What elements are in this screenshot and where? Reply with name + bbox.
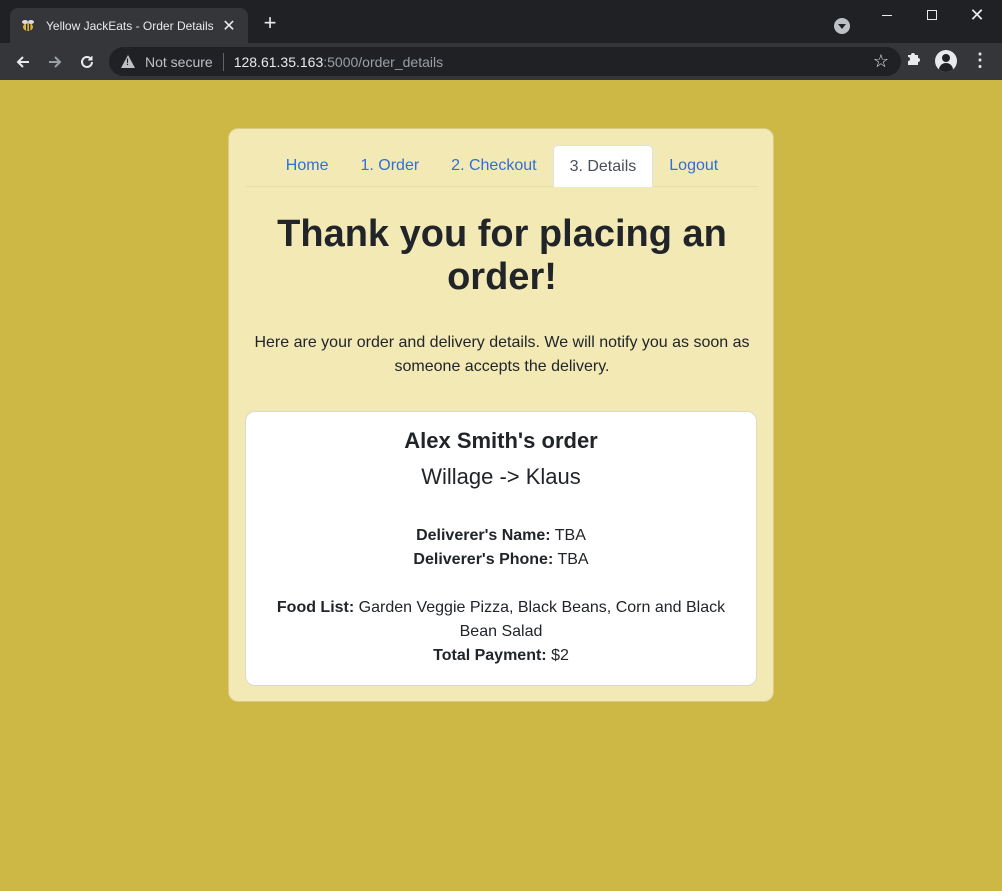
url-path: :5000/order_details [323,53,444,70]
tab-title: Yellow JackEats - Order Details [46,18,214,33]
kebab-menu-icon[interactable]: ⋮ [970,50,990,72]
deliverer-phone-value: TBA [557,551,589,568]
forward-arrow-icon[interactable] [42,49,68,75]
tab-order[interactable]: 1. Order [344,145,435,186]
url-host: 128.61.35.163 [233,53,324,70]
deliverer-phone-label: Deliverer's Phone: [413,551,554,568]
deliverer-name-value: TBA [554,527,586,544]
deliverer-phone-row: Deliverer's Phone: TBA [262,548,740,572]
food-list-value: Garden Veggie Pizza, Black Beans, Corn a… [358,599,726,640]
nav-tabs: Home 1. Order 2. Checkout 3. Details Log… [246,145,758,187]
address-bar[interactable]: Not secure 128.61.35.163:5000/order_deta… [109,47,901,76]
tab-checkout[interactable]: 2. Checkout [435,145,552,186]
food-list-row: Food List: Garden Veggie Pizza, Black Be… [262,596,740,644]
tab-logout[interactable]: Logout [653,145,734,186]
total-payment-row: Total Payment: $2 [262,644,740,668]
profile-avatar-icon[interactable] [935,50,957,72]
tab-close-icon[interactable]: ✕ [220,16,238,36]
browser-tab[interactable]: Yellow JackEats - Order Details ✕ [10,8,248,43]
food-list-label: Food List: [276,599,355,616]
divider [222,52,224,71]
tab-details[interactable]: 3. Details [552,145,654,187]
page-title: Thank you for placing an order! [277,213,727,298]
bookmark-star-icon[interactable]: ☆ [873,51,889,72]
bee-favicon-icon [20,18,36,34]
order-details-card: Home 1. Order 2. Checkout 3. Details Log… [228,128,774,702]
tab-search-icon[interactable] [834,18,850,34]
back-arrow-icon[interactable] [10,49,36,75]
intro-text: Here are your order and delivery details… [254,334,750,375]
order-route: Willage -> Klaus [421,464,581,489]
reload-icon[interactable] [74,49,100,75]
page-viewport: Home 1. Order 2. Checkout 3. Details Log… [0,80,1002,891]
window-close-button[interactable]: ✕ [954,0,1000,30]
order-title: Alex Smith's order [404,428,598,453]
warning-icon [121,54,135,69]
minimize-button[interactable] [864,0,910,30]
maximize-button[interactable] [909,0,955,30]
deliverer-name-label: Deliverer's Name: [416,527,551,544]
deliverer-name-row: Deliverer's Name: TBA [262,524,740,548]
total-payment-label: Total Payment: [433,647,547,664]
tab-home[interactable]: Home [270,145,345,186]
browser-titlebar: Yellow JackEats - Order Details ✕ + ✕ [0,0,1002,43]
total-payment-value: $2 [551,647,569,664]
security-label: Not secure [145,53,213,70]
new-tab-icon[interactable]: + [258,12,282,34]
extensions-puzzle-icon[interactable] [904,49,924,69]
browser-toolbar: Not secure 128.61.35.163:5000/order_deta… [0,43,1002,80]
order-summary-box: Alex Smith's order Willage -> Klaus Deli… [245,411,757,686]
